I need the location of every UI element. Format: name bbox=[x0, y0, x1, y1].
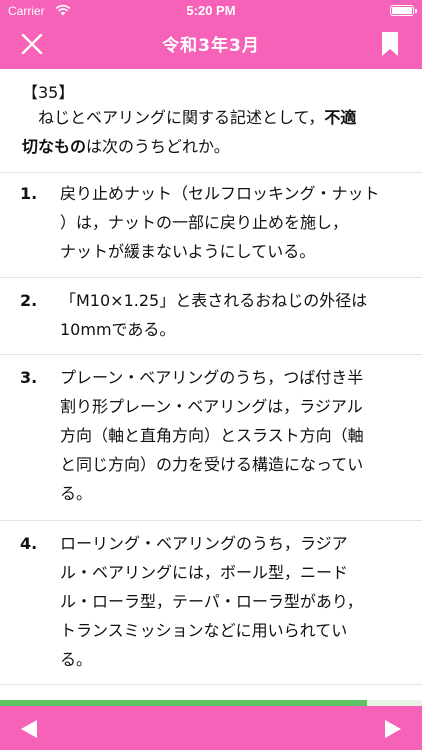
option-line: 10mmである。 bbox=[60, 320, 176, 339]
option-line: 「M10×1.25」と表されるおねじの外径は bbox=[60, 291, 368, 310]
question-number: 【35】 bbox=[22, 83, 75, 102]
option-line: ル・ベアリングには，ボール型，ニード bbox=[60, 563, 349, 582]
list-divider bbox=[0, 684, 422, 699]
option-text: 「M10×1.25」と表されるおねじの外径は 10mmである。 bbox=[60, 286, 402, 344]
question-content: 【35】 ねじとベアリングに関する記述として，不適 切なものは次のうちどれか。 … bbox=[0, 69, 422, 699]
option-line: ）は，ナットの一部に戻り止めを施し， bbox=[60, 213, 349, 232]
option-line: プレーン・ベアリングのうち，つば付き半 bbox=[60, 368, 364, 387]
question-text-part: ねじとベアリングに関する記述として， bbox=[38, 108, 325, 127]
option-line: 戻り止めナット（セルフロッキング・ナット bbox=[60, 184, 380, 203]
option-text: プレーン・ベアリングのうち，つば付き半 割り形プレーン・ベアリングは，ラジアル … bbox=[60, 363, 402, 508]
triangle-right-icon[interactable] bbox=[382, 718, 404, 740]
header-bar: Carrier 5:20 PM 令和3年3月 bbox=[0, 0, 422, 69]
option-line: ナットが緩まないようにしている。 bbox=[60, 242, 316, 261]
status-bar: Carrier 5:20 PM bbox=[0, 0, 422, 22]
option-1[interactable]: 1. 戻り止めナット（セルフロッキング・ナット ）は，ナットの一部に戻り止めを施… bbox=[0, 172, 422, 277]
option-3[interactable]: 3. プレーン・ベアリングのうち，つば付き半 割り形プレーン・ベアリングは，ラジ… bbox=[0, 354, 422, 520]
question-emphasis-1: 不適 bbox=[324, 108, 357, 127]
status-time: 5:20 PM bbox=[186, 3, 236, 18]
option-line: トランスミッションなどに用いられてい bbox=[60, 621, 348, 640]
option-text: 戻り止めナット（セルフロッキング・ナット ）は，ナットの一部に戻り止めを施し， … bbox=[60, 179, 402, 266]
question-text: ねじとベアリングに関する記述として，不適 切なものは次のうちどれか。 bbox=[22, 103, 402, 161]
option-line: と同じ方向）の力を受ける構造になってい bbox=[60, 455, 364, 474]
option-number: 2. bbox=[20, 291, 38, 310]
option-text: ローリング・ベアリングのうち，ラジア ル・ベアリングには，ボール型，ニード ル・… bbox=[60, 529, 402, 674]
option-line: る。 bbox=[60, 650, 93, 669]
option-4[interactable]: 4. ローリング・ベアリングのうち，ラジア ル・ベアリングには，ボール型，ニード… bbox=[0, 520, 422, 685]
option-line: ル・ローラ型，テーパ・ローラ型があり， bbox=[60, 592, 363, 611]
option-line: 方向（軸と直角方向）とスラスト方向（軸 bbox=[60, 426, 364, 445]
option-number: 1. bbox=[20, 184, 38, 203]
question-emphasis-2: 切なもの bbox=[22, 137, 87, 156]
option-number: 4. bbox=[20, 534, 38, 553]
option-line: る。 bbox=[60, 484, 93, 503]
option-number: 3. bbox=[20, 368, 38, 387]
page-title: 令和3年3月 bbox=[162, 36, 260, 56]
footer-bar bbox=[0, 706, 422, 750]
option-line: ローリング・ベアリングのうち，ラジア bbox=[60, 534, 348, 553]
battery-icon bbox=[390, 5, 417, 16]
triangle-left-icon[interactable] bbox=[18, 718, 40, 740]
option-2[interactable]: 2. 「M10×1.25」と表されるおねじの外径は 10mmである。 bbox=[0, 277, 422, 354]
option-line: 割り形プレーン・ベアリングは，ラジアル bbox=[60, 397, 363, 416]
bookmark-icon[interactable] bbox=[380, 31, 400, 57]
question-text-end: は次のうちどれか。 bbox=[86, 137, 230, 156]
